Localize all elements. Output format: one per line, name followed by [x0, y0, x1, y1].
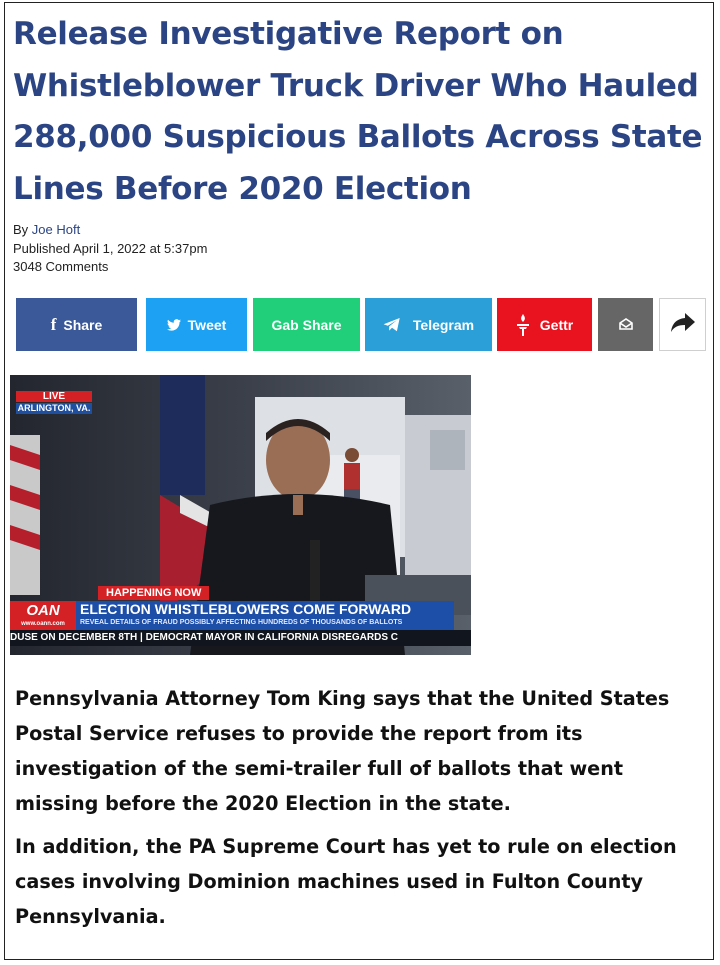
by-label: By [13, 222, 29, 237]
byline: By Joe Hoft [13, 221, 207, 240]
network-logo: OAN www.oann.com [10, 601, 76, 630]
telegram-share-button[interactable]: Telegram [365, 298, 492, 351]
twitter-share-label: Tweet [187, 316, 227, 333]
article-meta: By Joe Hoft Published April 1, 2022 at 5… [13, 221, 207, 277]
network-name: OAN [26, 602, 60, 619]
email-icon [618, 317, 633, 333]
facebook-share-button[interactable]: f Share [16, 298, 137, 351]
author-link[interactable]: Joe Hoft [32, 222, 80, 237]
facebook-icon: f [50, 314, 57, 334]
paragraph: Pennsylvania Attorney Tom King says that… [15, 687, 670, 815]
gettr-share-label: Gettr [539, 316, 574, 333]
live-badge: LIVE [16, 391, 92, 402]
twitter-share-button[interactable]: Tweet [146, 298, 247, 351]
facebook-share-label: Share [63, 316, 103, 333]
email-share-button[interactable] [598, 298, 653, 351]
news-ticker: DUSE ON DECEMBER 8TH | DEMOCRAT MAYOR IN… [10, 630, 471, 646]
telegram-icon [383, 317, 401, 332]
gab-share-button[interactable]: Gab Share [253, 298, 360, 351]
published-date: Published April 1, 2022 at 5:37pm [13, 240, 208, 256]
network-url: www.oann.com [21, 621, 65, 627]
paragraph: In addition, the PA Supreme Court has ye… [15, 835, 677, 928]
article-frame: Release Investigative Report on Whistleb… [4, 2, 714, 960]
comments-count[interactable]: 3048 Comments [13, 258, 207, 277]
chyron-headline: ELECTION WHISTLEBLOWERS COME FORWARD [80, 601, 412, 617]
share-arrow-icon [670, 313, 695, 336]
article-body: Pennsylvania Attorney Tom King says that… [15, 681, 705, 934]
gab-share-label: Gab Share [271, 316, 342, 333]
location-badge: ARLINGTON, VA. [16, 403, 92, 414]
telegram-share-label: Telegram [412, 316, 475, 333]
video-still[interactable]: LIVE ARLINGTON, VA. HAPPENING NOW OAN ww… [10, 375, 471, 655]
more-share-button[interactable] [659, 298, 706, 351]
happening-now-label: HAPPENING NOW [98, 586, 210, 600]
chyron: ELECTION WHISTLEBLOWERS COME FORWARD REV… [76, 601, 454, 630]
gettr-icon [516, 313, 530, 336]
chyron-subheadline: REVEAL DETAILS OF FRAUD POSSIBLY AFFECTI… [80, 619, 403, 626]
article-title: Release Investigative Report on Whistleb… [13, 16, 703, 207]
gettr-share-button[interactable]: Gettr [497, 298, 592, 351]
twitter-icon [166, 318, 181, 331]
